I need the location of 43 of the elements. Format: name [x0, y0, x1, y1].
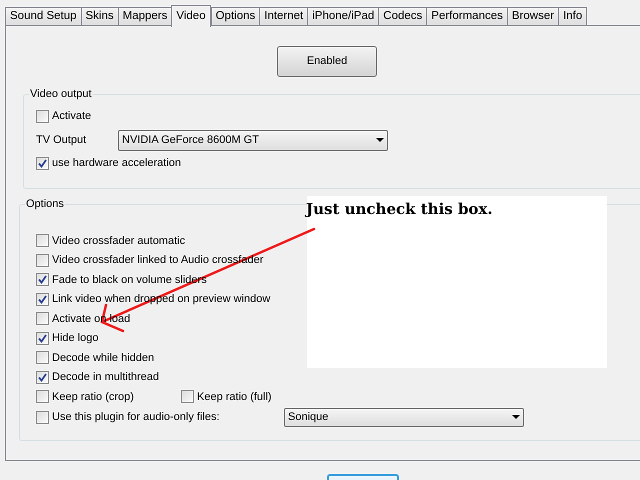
annotation-text: Just uncheck this box.: [306, 200, 493, 218]
tab[interactable]: Browser: [506, 7, 560, 26]
tab[interactable]: Options: [210, 7, 260, 26]
dropdown-arrow-icon: [376, 138, 384, 142]
tab[interactable]: Video: [171, 5, 211, 27]
plugin-dropdown[interactable]: Sonique: [284, 408, 524, 426]
tab[interactable]: Skins: [80, 7, 119, 26]
tab[interactable]: iPhone/iPad: [307, 7, 380, 26]
checkbox[interactable]: [36, 390, 49, 404]
tab[interactable]: Internet: [259, 7, 308, 26]
checkbox[interactable]: [36, 273, 49, 286]
checkbox[interactable]: [36, 254, 49, 267]
checkbox-label: Keep ratio (full): [197, 390, 272, 404]
dialog-button[interactable]: [327, 474, 399, 480]
tv-output-dropdown[interactable]: NVIDIA GeForce 8600M GT: [118, 130, 388, 150]
tab[interactable]: Mappers: [118, 7, 172, 26]
checkbox[interactable]: [36, 110, 49, 123]
group-title: Video output: [29, 87, 93, 101]
checkbox[interactable]: [36, 410, 49, 424]
checkbox-label: Decode in multithread: [52, 370, 160, 385]
tv-output-label: TV Output: [36, 132, 88, 148]
enabled-button[interactable]: Enabled: [277, 46, 377, 77]
tab[interactable]: Codecs: [378, 7, 428, 26]
checkbox-label: Activate: [52, 109, 92, 124]
checkbox[interactable]: [36, 292, 49, 306]
checkbox-label: Use this plugin for audio-only files:: [52, 410, 220, 425]
checkbox-label: Video crossfader automatic: [52, 234, 186, 248]
tab[interactable]: Info: [558, 7, 588, 26]
checkbox-label: Keep ratio (crop): [52, 390, 134, 404]
checkbox[interactable]: [36, 312, 49, 326]
tab[interactable]: Sound Setup: [5, 7, 82, 26]
checkbox-label: Decode while hidden: [52, 350, 154, 366]
checkbox[interactable]: [36, 370, 49, 384]
checkbox-label: Hide logo: [52, 331, 98, 346]
group-title: Options: [25, 197, 65, 211]
checkbox[interactable]: [36, 351, 49, 364]
checkbox[interactable]: [36, 234, 49, 248]
checkbox[interactable]: [36, 157, 49, 170]
checkbox[interactable]: [181, 390, 194, 404]
tab[interactable]: Performances: [426, 7, 508, 26]
checkbox[interactable]: [36, 332, 49, 345]
checkbox-label: use hardware acceleration: [52, 156, 182, 172]
dropdown-arrow-icon: [512, 415, 520, 419]
